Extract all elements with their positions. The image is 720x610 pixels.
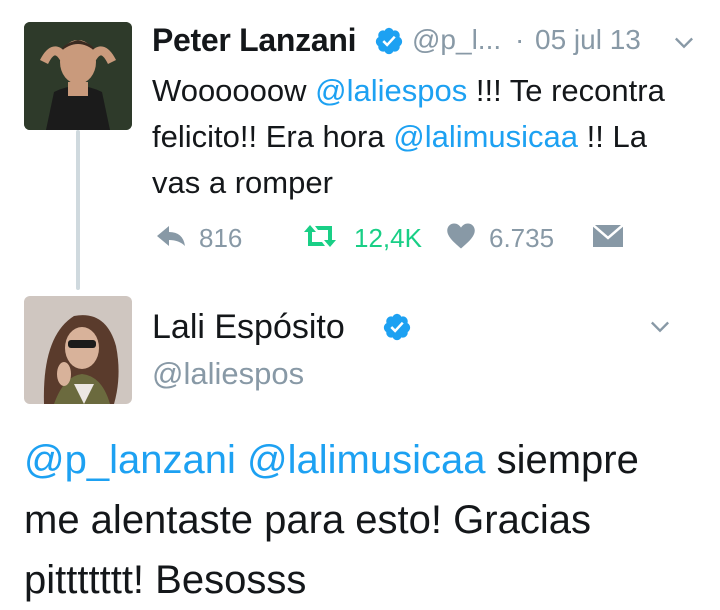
retweet-icon bbox=[304, 225, 336, 247]
like-button[interactable] bbox=[446, 222, 476, 255]
verified-badge-icon bbox=[382, 312, 412, 342]
heart-icon bbox=[447, 223, 475, 249]
tweet1-date[interactable]: 05 jul 13 bbox=[535, 24, 641, 56]
direct-message-button[interactable] bbox=[592, 224, 624, 253]
reply-button[interactable] bbox=[155, 222, 187, 255]
retweet-button[interactable] bbox=[300, 222, 340, 255]
like-count: 6.735 bbox=[489, 223, 555, 253]
tweet2-author-handle[interactable]: @laliespos bbox=[152, 356, 304, 392]
tweet1-author-handle[interactable]: @p_l... bbox=[412, 24, 501, 56]
reply-count: 816 bbox=[199, 223, 243, 253]
tweet2-author-name[interactable]: Lali Espósito bbox=[152, 308, 345, 347]
reply-icon bbox=[157, 226, 185, 246]
envelope-icon bbox=[592, 224, 624, 247]
chevron-down-icon[interactable] bbox=[670, 28, 698, 56]
thread-connector-line bbox=[76, 130, 80, 290]
mention-link[interactable]: @lalimusicaa bbox=[393, 119, 578, 154]
verified-badge-icon bbox=[374, 26, 404, 56]
mention-link[interactable]: @laliespos bbox=[315, 73, 467, 108]
tweet2-text: @p_lanzani @lalimusicaa siempre me alent… bbox=[24, 430, 704, 610]
tweet-text-segment: Woooooow bbox=[152, 73, 316, 108]
retweet-count: 12,4K bbox=[354, 223, 422, 253]
tweet1-text: Woooooow @laliespos !!! Te recontra feli… bbox=[152, 68, 697, 206]
mention-link[interactable]: @p_lanzani bbox=[24, 438, 236, 482]
mention-link[interactable]: @lalimusicaa bbox=[247, 438, 485, 482]
avatar-peter-lanzani[interactable] bbox=[24, 22, 132, 130]
avatar-lali-esposito[interactable] bbox=[24, 296, 132, 404]
tweet1-author-name[interactable]: Peter Lanzani bbox=[152, 22, 356, 59]
separator-dot: · bbox=[515, 24, 525, 55]
chevron-down-icon[interactable] bbox=[646, 312, 674, 340]
